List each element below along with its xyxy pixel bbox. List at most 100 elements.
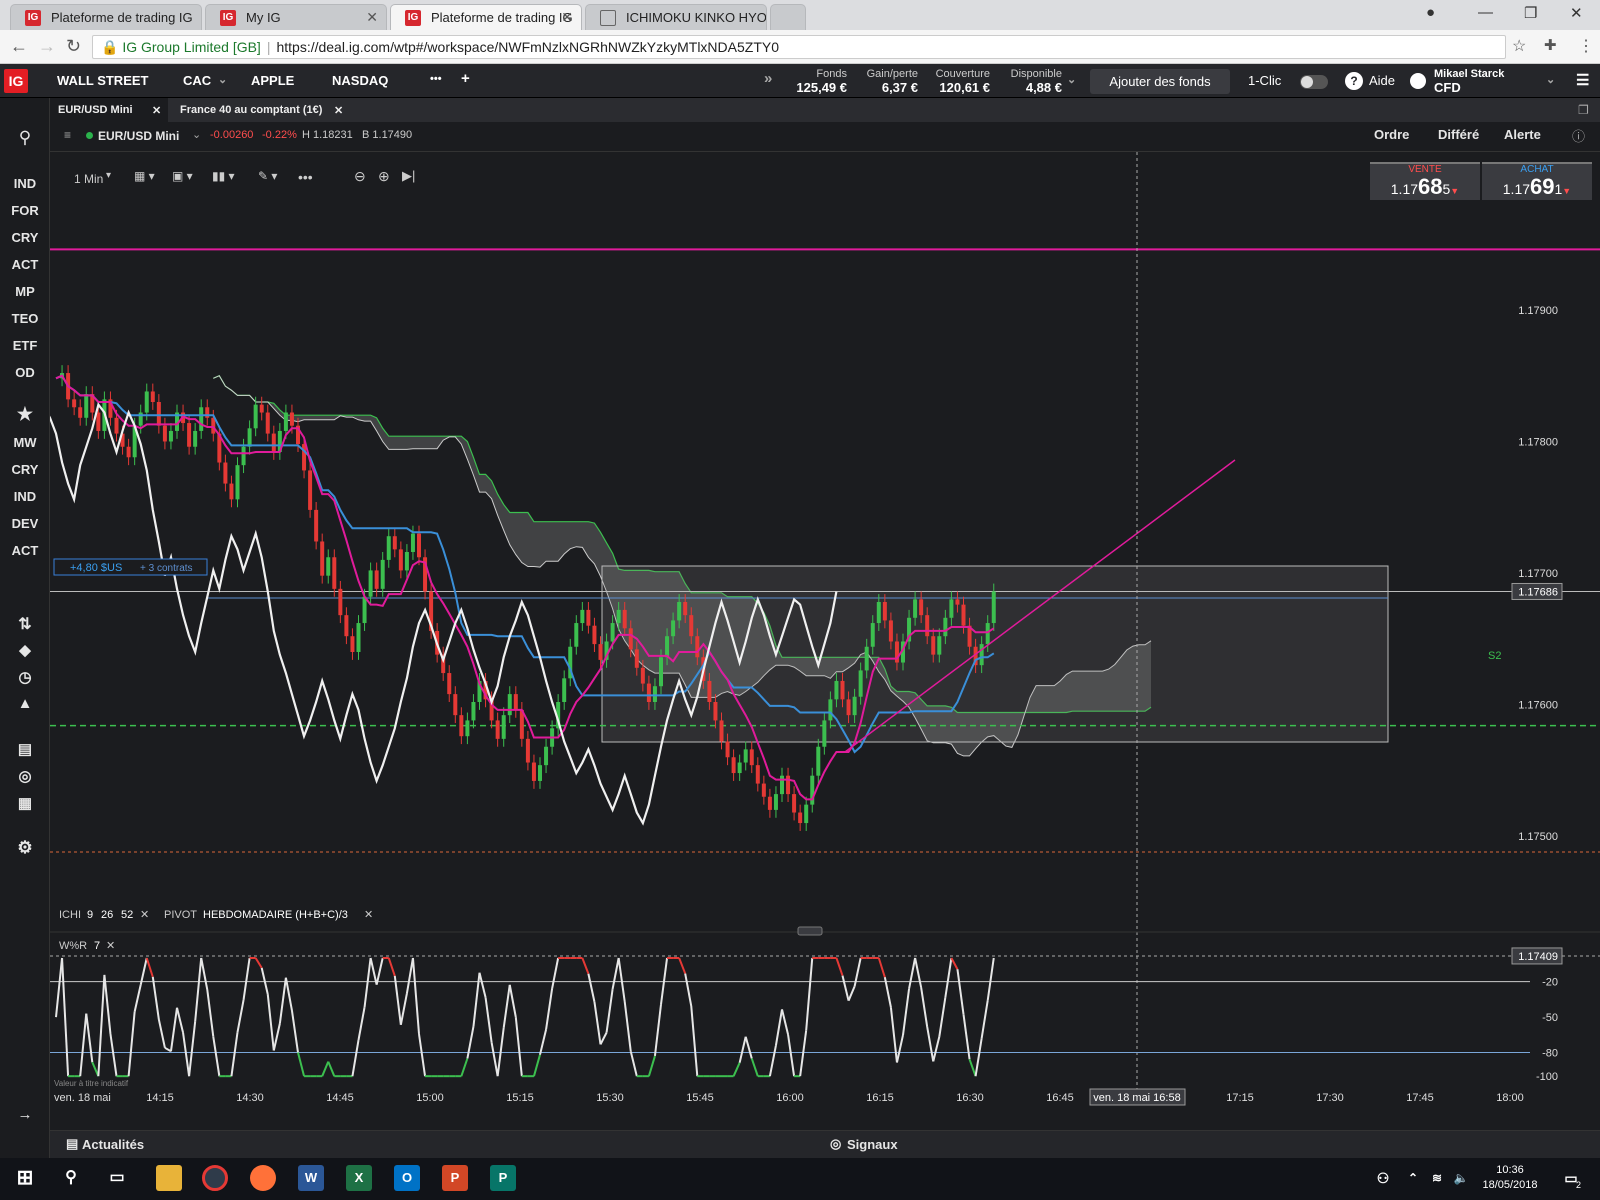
browser-tab-2[interactable]: IG My IG ✕	[205, 4, 387, 30]
available-summary[interactable]: Disponible 4,88 €	[1000, 68, 1062, 94]
reload-icon[interactable]: ↻	[66, 36, 81, 57]
file-explorer-icon[interactable]	[156, 1165, 182, 1191]
minimize-icon[interactable]: —	[1478, 4, 1493, 21]
sidebar-item-ind[interactable]: IND	[0, 176, 50, 191]
excel-icon[interactable]: X	[346, 1165, 372, 1191]
word-icon[interactable]: W	[298, 1165, 324, 1191]
transfer-icon[interactable]: ⇅	[0, 614, 50, 634]
price-chart[interactable]: 1.180001.179001.178001.177001.176001.175…	[50, 152, 1600, 1162]
instrument-name[interactable]: EUR/USD Mini	[98, 129, 179, 143]
chevron-down-icon[interactable]: ⌄	[218, 73, 227, 86]
back-icon[interactable]: ←	[10, 36, 28, 57]
sidebar-item-ind-2[interactable]: IND	[0, 489, 50, 504]
forward-icon[interactable]: →	[38, 36, 56, 57]
bookmark-star-icon[interactable]: ☆	[1512, 36, 1526, 56]
powerpoint-icon[interactable]: P	[442, 1165, 468, 1191]
search-icon[interactable]: ⚲	[58, 1165, 84, 1191]
signals-tab[interactable]: Signaux	[847, 1137, 898, 1152]
order-button[interactable]: Ordre	[1374, 127, 1409, 142]
search-icon[interactable]: ⚲	[0, 128, 50, 148]
ig-logo[interactable]: IG	[4, 69, 28, 93]
workspace-tab-france40[interactable]: France 40 au comptant (1€) ✕	[172, 98, 350, 122]
market-tab-nasdaq[interactable]: NASDAQ	[332, 73, 388, 88]
wifi-icon[interactable]: ≋	[1424, 1165, 1450, 1191]
outlook-icon[interactable]: O	[394, 1165, 420, 1191]
tag-icon[interactable]: ◆	[0, 641, 50, 659]
deferred-order-button[interactable]: Différé	[1438, 127, 1479, 142]
browser-tab-4[interactable]: ICHIMOKU KINKO HYO -	[585, 4, 767, 30]
market-tab-cac[interactable]: CAC	[183, 73, 211, 88]
collapse-icon[interactable]: »	[764, 70, 772, 87]
more-markets-icon[interactable]: •••	[430, 73, 442, 85]
settings-gear-icon[interactable]: ⚙	[0, 838, 50, 858]
close-icon[interactable]: ✕	[152, 104, 161, 117]
sidebar-item-mp[interactable]: MP	[0, 284, 50, 299]
popout-icon[interactable]: ❐	[1578, 103, 1589, 117]
candle-body	[114, 417, 119, 434]
system-clock[interactable]: 10:36 18/05/2018	[1478, 1163, 1542, 1193]
williams-segment	[260, 967, 269, 995]
market-tab-wall-street[interactable]: WALL STREET	[57, 73, 148, 88]
maximize-icon[interactable]: ❐	[1524, 4, 1537, 22]
pane-resize-handle[interactable]	[797, 926, 823, 936]
user-menu[interactable]: Mikael Starck CFD	[1434, 68, 1524, 94]
sidebar-item-teo[interactable]: TEO	[0, 311, 50, 326]
sidebar-item-act[interactable]: ACT	[0, 257, 50, 272]
warning-icon[interactable]: ▲	[0, 695, 50, 712]
chrome-menu-icon[interactable]: ⋮	[1578, 36, 1594, 56]
firefox-icon[interactable]	[250, 1165, 276, 1191]
sidebar-item-mw[interactable]: MW	[0, 435, 50, 450]
sidebar-item-cry[interactable]: CRY	[0, 230, 50, 245]
star-icon[interactable]: ★	[0, 404, 50, 425]
publisher-icon[interactable]: P	[490, 1165, 516, 1191]
chevron-up-icon[interactable]: ⌃	[1400, 1165, 1426, 1191]
new-tab-button[interactable]	[770, 4, 806, 30]
remove-ichimoku-icon[interactable]: ✕	[140, 909, 149, 921]
news-tab[interactable]: Actualités	[82, 1137, 144, 1152]
people-icon[interactable]: ⚇	[1370, 1165, 1396, 1191]
buy-price-button[interactable]: ACHAT 1.17691▼	[1482, 162, 1592, 200]
sidebar-item-dev[interactable]: DEV	[0, 516, 50, 531]
browser-tab-1[interactable]: IG Plateforme de trading IG	[10, 4, 202, 30]
sidebar-item-etf[interactable]: ETF	[0, 338, 50, 353]
hamburger-menu-icon[interactable]: ☰	[1576, 71, 1589, 89]
extension-icon[interactable]: ✚	[1544, 36, 1557, 54]
sell-price-button[interactable]: VENTE 1.17685▼	[1370, 162, 1480, 200]
browser-tab-3[interactable]: IG Plateforme de trading IG ✕	[390, 4, 582, 30]
sidebar-item-act-2[interactable]: ACT	[0, 543, 50, 558]
help-icon[interactable]: ?	[1345, 72, 1363, 90]
help-link[interactable]: Aide	[1369, 73, 1395, 88]
chevron-down-icon[interactable]: ⌄	[1546, 73, 1555, 86]
profile-icon[interactable]: ●	[1426, 4, 1435, 21]
news-icon[interactable]: ▤	[0, 740, 50, 758]
sidebar-item-for[interactable]: FOR	[0, 203, 50, 218]
remove-pivot-icon[interactable]: ✕	[364, 909, 373, 921]
url-field[interactable]: 🔒 IG Group Limited [GB] | https://deal.ig.…	[92, 35, 1506, 59]
signal-icon[interactable]: ◎	[0, 767, 50, 785]
history-icon[interactable]: ◷	[0, 668, 50, 686]
calendar-icon[interactable]: ▦	[0, 794, 50, 812]
one-click-toggle[interactable]	[1300, 75, 1328, 89]
market-tab-apple[interactable]: APPLE	[251, 73, 294, 88]
add-market-icon[interactable]: +	[461, 70, 470, 87]
menu-icon[interactable]: ≡	[64, 128, 71, 142]
chrome-icon[interactable]	[202, 1165, 228, 1191]
info-icon[interactable]: ⓘ	[1572, 126, 1585, 145]
close-icon[interactable]: ✕	[561, 9, 573, 26]
task-view-icon[interactable]: ▭	[104, 1165, 130, 1191]
windows-start-icon[interactable]: ⊞	[12, 1165, 38, 1191]
sidebar-item-cry-2[interactable]: CRY	[0, 462, 50, 477]
close-window-icon[interactable]: ✕	[1570, 4, 1583, 22]
expand-arrow-icon[interactable]: →	[0, 1106, 50, 1123]
volume-icon[interactable]: 🔈	[1448, 1165, 1474, 1191]
close-icon[interactable]: ✕	[366, 9, 378, 26]
chevron-down-icon[interactable]: ⌄	[1067, 73, 1076, 86]
close-icon[interactable]: ✕	[334, 104, 343, 117]
position-line[interactable]: +4,80 $US + 3 contrats	[53, 558, 208, 576]
alert-button[interactable]: Alerte	[1504, 127, 1541, 142]
chevron-down-icon[interactable]: ⌄	[192, 128, 201, 141]
add-funds-button[interactable]: Ajouter des fonds	[1090, 69, 1230, 94]
workspace-tab-eurusd[interactable]: EUR/USD Mini ✕	[50, 98, 168, 122]
sidebar-item-od[interactable]: OD	[0, 365, 50, 380]
remove-williams-icon[interactable]: ✕	[106, 940, 115, 952]
